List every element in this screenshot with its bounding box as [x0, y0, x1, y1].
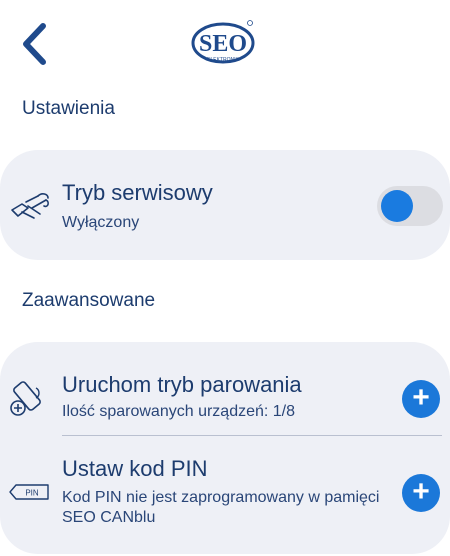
svg-text:PIN: PIN [25, 489, 39, 498]
seo-logo: SEO ELEKTRONIK [190, 18, 256, 66]
top-bar: SEO ELEKTRONIK [0, 0, 450, 80]
svg-text:SEO: SEO [199, 31, 247, 57]
chevron-left-icon [23, 23, 46, 65]
pairing-subtitle: Ilość sparowanych urządzeń: 1/8 [62, 403, 296, 420]
toggle-knob [381, 190, 413, 222]
pin-title: Ustaw kod PIN [62, 456, 208, 481]
set-pin-button[interactable]: + [402, 474, 440, 512]
plus-icon: + [412, 474, 430, 508]
section-title-advanced: Zaawansowane [22, 290, 156, 311]
wrench-screwdriver-icon [8, 190, 52, 229]
pin-subtitle: Kod PIN nie jest zaprogramowany w pamięc… [62, 489, 380, 526]
back-button[interactable] [14, 18, 54, 70]
plus-icon: + [412, 380, 430, 414]
service-mode-title: Tryb serwisowy [62, 180, 213, 205]
pairing-title: Uruchom tryb parowania [62, 372, 302, 397]
service-mode-toggle[interactable] [377, 186, 443, 226]
svg-text:ELEKTRONIK: ELEKTRONIK [207, 57, 239, 63]
row-divider [62, 435, 442, 436]
pin-tag-icon: PIN [8, 482, 52, 507]
pairing-device-icon [6, 378, 50, 423]
start-pairing-button[interactable]: + [402, 380, 440, 418]
service-mode-status: Wyłączony [62, 214, 140, 231]
section-title-settings: Ustawienia [22, 98, 115, 119]
